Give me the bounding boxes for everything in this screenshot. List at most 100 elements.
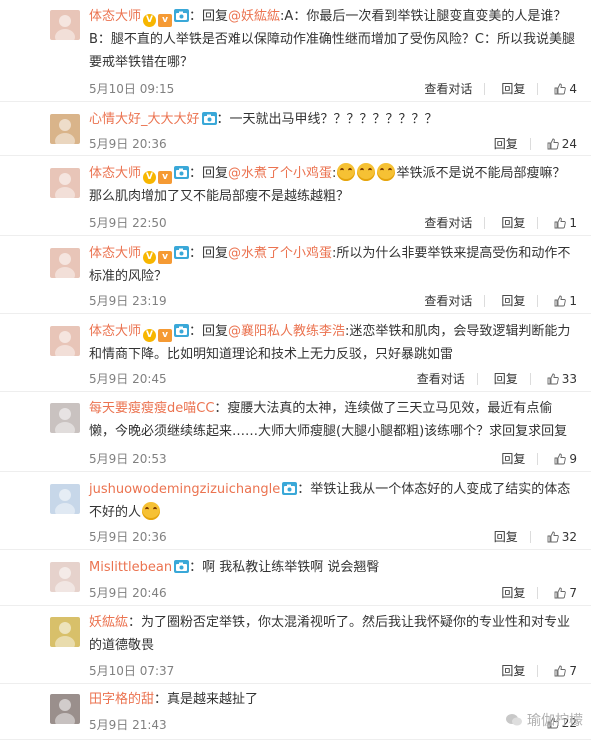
- like-button[interactable]: 1: [554, 216, 577, 230]
- like-button[interactable]: 7: [554, 586, 577, 600]
- comment-actions: 查看对话 回复 1: [420, 214, 577, 231]
- reply-link[interactable]: 回复: [501, 216, 525, 230]
- view-conversation-link[interactable]: 查看对话: [417, 372, 465, 386]
- camera-badge-icon: [174, 324, 190, 337]
- avatar[interactable]: [50, 562, 80, 592]
- comment-meta: 5月9日 20:45 查看对话 回复 33: [89, 370, 577, 388]
- timestamp: 5月9日 20:46: [89, 586, 167, 600]
- reply-link[interactable]: 回复: [494, 372, 518, 386]
- mention-link[interactable]: @妖紘紘: [228, 9, 280, 24]
- comment-text: jushuowodemingzizuichangle ：举铁让我从一个体态好的人变…: [89, 478, 577, 524]
- username-link[interactable]: 体态大师: [89, 246, 141, 261]
- mention-link[interactable]: @襄阳私人教练李浩: [228, 324, 345, 339]
- username-link[interactable]: 妖紘紘: [89, 615, 128, 630]
- comment-item: 心情大好_大大大好 ：一天就出马甲线？？？？？？？？？ 5月9日 20:36 回复 24: [0, 102, 591, 156]
- timestamp: 5月10日 07:37: [89, 664, 175, 678]
- avatar[interactable]: [50, 114, 80, 144]
- comment-text: Mislittlebean ：啊 我私教让练举铁啊 说会翘臀: [89, 556, 577, 579]
- avatar[interactable]: [50, 484, 80, 514]
- timestamp: 5月9日 23:19: [89, 294, 167, 308]
- reply-link[interactable]: 回复: [494, 530, 518, 544]
- like-button[interactable]: 24: [547, 137, 577, 151]
- username-link[interactable]: 体态大师: [89, 324, 141, 339]
- reply-link[interactable]: 回复: [494, 137, 518, 151]
- reply-link[interactable]: 回复: [501, 294, 525, 308]
- comment-actions: 查看对话 回复 1: [420, 292, 577, 309]
- comment-item: jushuowodemingzizuichangle ：举铁让我从一个体态好的人变…: [0, 472, 591, 550]
- username-link[interactable]: jushuowodemingzizuichangle: [89, 482, 280, 497]
- like-button[interactable]: 32: [547, 530, 577, 544]
- comment-item: 妖紘紘：为了圈粉否定举铁，你太混淆视听了。然后我让我怀疑你的专业性和对专业的道德…: [0, 606, 591, 684]
- mention-link[interactable]: @水煮了个小鸡蛋: [228, 166, 332, 181]
- view-conversation-link[interactable]: 查看对话: [424, 294, 472, 308]
- separator: [484, 295, 486, 307]
- thumbs-up-icon: [547, 531, 559, 543]
- separator: [537, 217, 539, 229]
- laughing-emoji-icon: [357, 163, 376, 181]
- camera-badge-icon: [282, 482, 298, 495]
- avatar[interactable]: [50, 403, 80, 433]
- username-link[interactable]: 心情大好_大大大好: [89, 112, 200, 127]
- avatar[interactable]: [50, 326, 80, 356]
- reply-link[interactable]: 回复: [501, 664, 525, 678]
- thumbs-up-icon: [547, 138, 559, 150]
- separator: [537, 665, 539, 677]
- avatar[interactable]: [50, 168, 80, 198]
- vip-badge-icon: v: [158, 251, 173, 264]
- view-conversation-link[interactable]: 查看对话: [424, 216, 472, 230]
- like-button[interactable]: 33: [547, 372, 577, 386]
- comment-actions: 查看对话 回复 4: [420, 80, 577, 97]
- comment-actions: 回复 7: [497, 662, 577, 679]
- comment-meta: 5月9日 21:43 22: [89, 716, 577, 734]
- username-link[interactable]: 田字格的甜: [89, 692, 154, 707]
- reply-link[interactable]: 回复: [501, 82, 525, 96]
- comment-text-segment: ：为了圈粉否定举铁，你太混淆视听了。然后我让我怀疑你的专业性和对专业的道德敬畏: [89, 615, 571, 653]
- avatar[interactable]: [50, 617, 80, 647]
- timestamp: 5月9日 20:53: [89, 452, 167, 466]
- comment-meta: 5月10日 09:15 查看对话 回复 4: [89, 80, 577, 98]
- timestamp: 5月10日 09:15: [89, 82, 175, 96]
- separator: [529, 531, 531, 543]
- like-button[interactable]: 7: [554, 664, 577, 678]
- comment-text: 心情大好_大大大好 ：一天就出马甲线？？？？？？？？？: [89, 108, 577, 131]
- avatar[interactable]: [50, 248, 80, 278]
- like-button[interactable]: 9: [554, 452, 577, 466]
- username-link[interactable]: 每天要瘦瘦瘦de喵CC: [89, 401, 214, 416]
- comment-item: 体态大师 Vv ：回复@水煮了个小鸡蛋:所以为什么非要举铁来提高受伤和动作不标准的风…: [0, 236, 591, 314]
- separator: [484, 217, 486, 229]
- thumbs-up-icon: [554, 453, 567, 465]
- comment-actions: 回复 9: [497, 450, 577, 467]
- view-conversation-link[interactable]: 查看对话: [424, 82, 472, 96]
- like-count: 7: [569, 586, 577, 600]
- separator: [537, 83, 539, 95]
- reply-link[interactable]: 回复: [501, 586, 525, 600]
- username-link[interactable]: 体态大师: [89, 9, 141, 24]
- vip-badge-icon: v: [158, 14, 173, 27]
- avatar[interactable]: [50, 694, 80, 724]
- camera-badge-icon: [174, 166, 190, 179]
- comment-item: 每天要瘦瘦瘦de喵CC：瘦腰大法真的太神，连续做了三天立马见效，最近有点偷懒，今…: [0, 392, 591, 472]
- comment-text-segment: ：回复: [189, 166, 229, 181]
- comment-text-segment: ：回复: [189, 9, 229, 24]
- comment-text-segment: ：回复: [189, 246, 229, 261]
- comment-item: Mislittlebean ：啊 我私教让练举铁啊 说会翘臀 5月9日 20:46 回…: [0, 550, 591, 606]
- thumbs-up-icon: [554, 295, 567, 307]
- timestamp: 5月9日 21:43: [89, 718, 167, 732]
- verified-badge-icon: V: [143, 171, 157, 184]
- mention-link[interactable]: @水煮了个小鸡蛋: [228, 246, 332, 261]
- like-button[interactable]: 1: [554, 294, 577, 308]
- separator: [529, 138, 531, 150]
- separator: [537, 587, 539, 599]
- laughing-emoji-icon: [337, 163, 356, 181]
- reply-link[interactable]: 回复: [501, 452, 525, 466]
- like-count: 33: [561, 372, 577, 386]
- comment-text-segment: ：一天就出马甲线？？？？？？？？？: [216, 112, 438, 127]
- comment-text-segment: ：回复: [189, 324, 229, 339]
- avatar[interactable]: [50, 10, 80, 40]
- vip-badge-icon: v: [158, 329, 173, 342]
- timestamp: 5月9日 20:36: [89, 137, 167, 151]
- username-link[interactable]: 体态大师: [89, 166, 141, 181]
- username-link[interactable]: Mislittlebean: [89, 560, 172, 575]
- comment-text-segment: :: [332, 166, 337, 181]
- like-button[interactable]: 4: [554, 82, 577, 96]
